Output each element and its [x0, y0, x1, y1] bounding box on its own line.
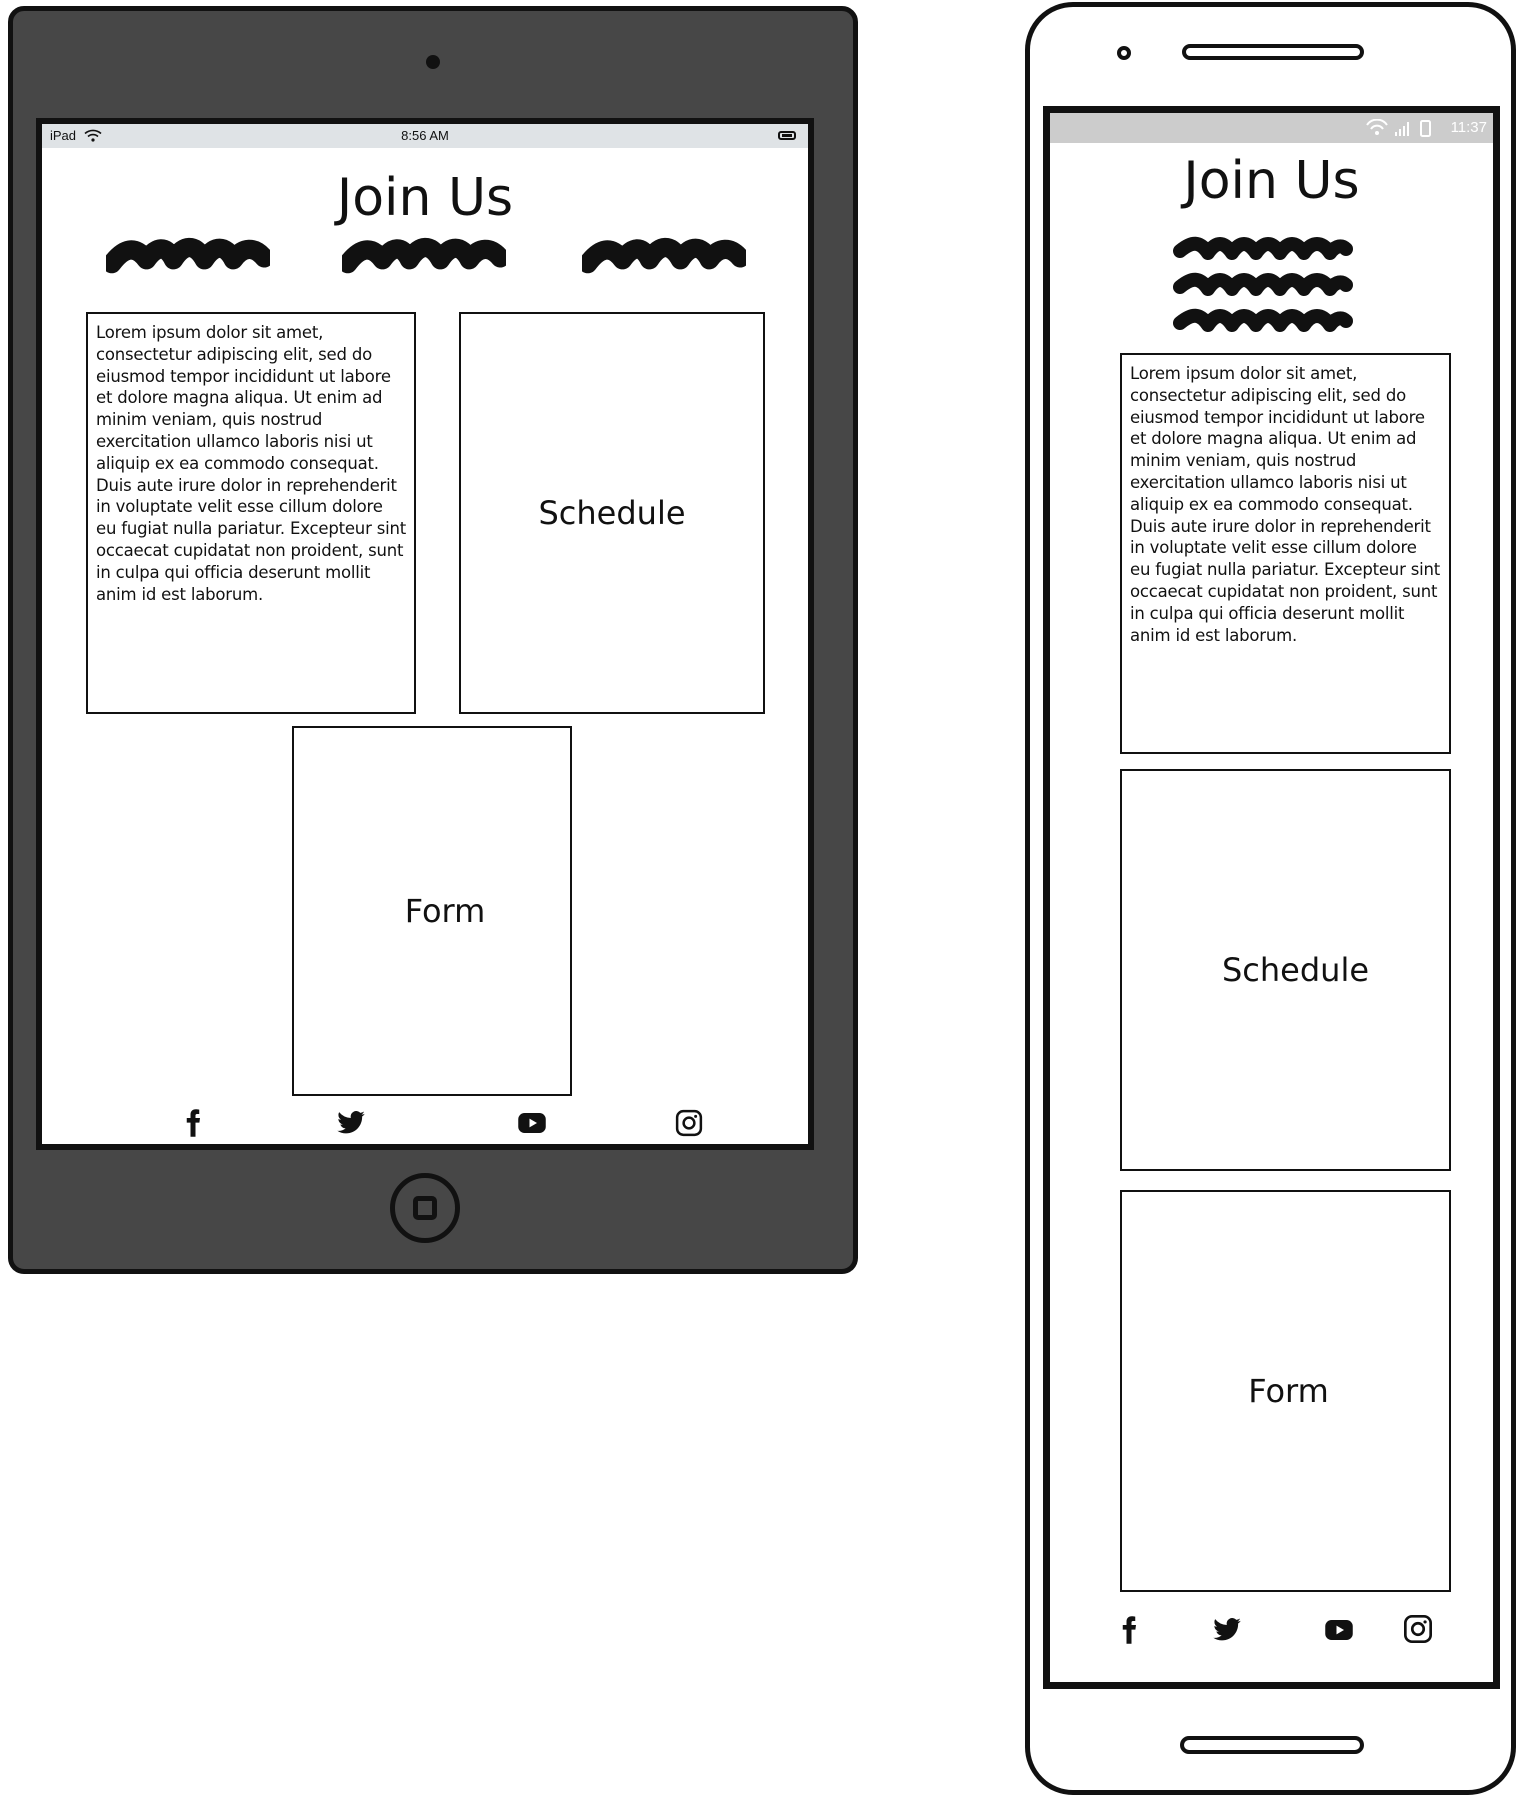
intro-text: Lorem ipsum dolor sit amet, consectetur …: [96, 323, 407, 604]
twitter-icon[interactable]: [1210, 1615, 1244, 1645]
nav-scribble-1[interactable]: [106, 234, 270, 274]
instagram-icon[interactable]: [1402, 1613, 1434, 1645]
nav-scribble-3[interactable]: [1169, 305, 1355, 335]
facebook-icon[interactable]: [1114, 1613, 1144, 1647]
intro-text-box: Lorem ipsum dolor sit amet, consectetur …: [1120, 353, 1451, 754]
status-time: 8:56 AM: [401, 128, 449, 143]
nav-scribble-2[interactable]: [342, 234, 506, 274]
schedule-label: Schedule: [1221, 951, 1370, 989]
nav-scribble-1[interactable]: [1169, 233, 1355, 263]
ipad-camera: [426, 55, 440, 69]
signal-icons: [1365, 118, 1435, 141]
ipad-home-button[interactable]: [390, 1173, 460, 1243]
phone-camera: [1117, 46, 1131, 60]
page-title: Join Us: [336, 168, 514, 228]
youtube-icon[interactable]: [516, 1108, 548, 1138]
phone-bottom-bar: [1180, 1736, 1364, 1754]
android-status-bar: 11:37: [1050, 113, 1493, 143]
nav-scribble-2[interactable]: [1169, 269, 1355, 299]
twitter-icon[interactable]: [334, 1108, 368, 1138]
intro-text-box: Lorem ipsum dolor sit amet, consectetur …: [86, 312, 416, 714]
instagram-icon[interactable]: [674, 1108, 704, 1138]
facebook-icon[interactable]: [178, 1108, 208, 1138]
nav-scribble-3[interactable]: [582, 234, 746, 274]
intro-text: Lorem ipsum dolor sit amet, consectetur …: [1130, 364, 1441, 645]
schedule-section[interactable]: Schedule: [1120, 769, 1451, 1171]
youtube-icon[interactable]: [1322, 1615, 1356, 1645]
schedule-section[interactable]: Schedule: [459, 312, 765, 714]
schedule-label: Schedule: [538, 494, 686, 532]
phone-speaker: [1182, 44, 1364, 60]
page-title: Join Us: [1183, 151, 1360, 211]
form-section[interactable]: Form: [292, 726, 572, 1096]
ios-status-bar: iPad 8:56 AM: [42, 124, 808, 148]
phone-screen: 11:37 Join Us Lorem ipsum dolor sit amet…: [1043, 106, 1500, 1689]
battery-icon: [778, 131, 796, 140]
form-label: Form: [404, 892, 486, 930]
status-time: 11:37: [1450, 119, 1487, 136]
form-label: Form: [1248, 1372, 1329, 1410]
ipad-screen: iPad 8:56 AM Join Us Lorem ipsum dolor s…: [36, 118, 814, 1150]
form-section[interactable]: Form: [1120, 1190, 1451, 1592]
